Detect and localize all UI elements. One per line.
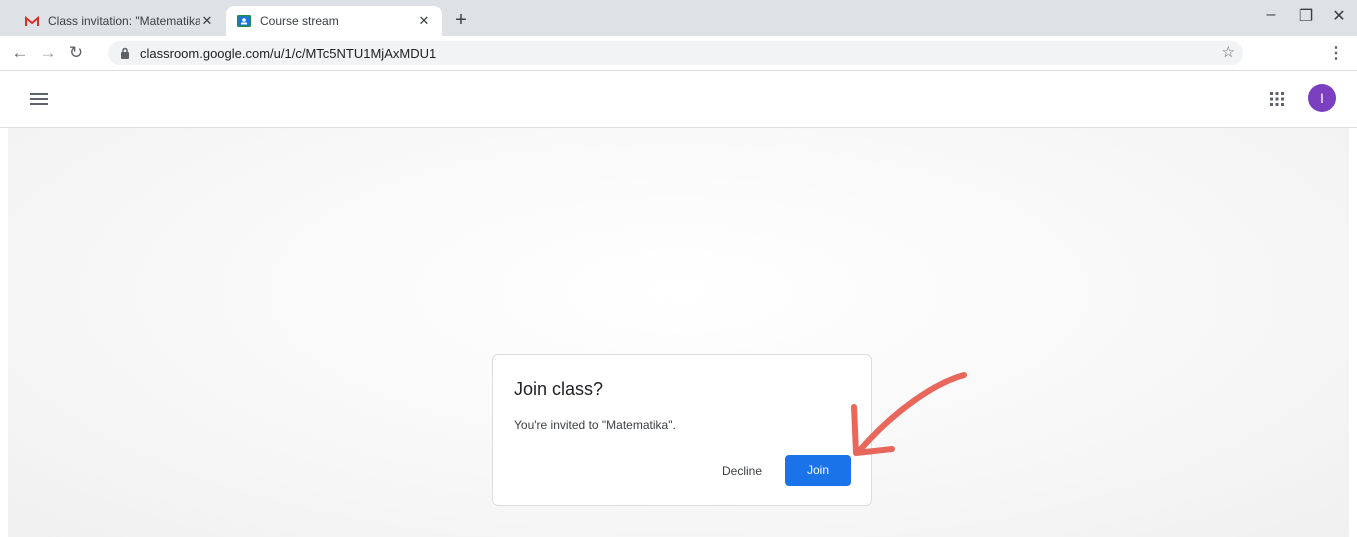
tab-title: Course stream <box>260 14 339 28</box>
join-class-dialog: Join class? You're invited to "Matematik… <box>492 354 872 506</box>
browser-toolbar: ← → ↻ classroom.google.com/u/1/c/MTc5NTU… <box>0 36 1357 71</box>
address-url[interactable]: classroom.google.com/u/1/c/MTc5NTU1MjAxM… <box>140 46 436 61</box>
back-icon[interactable]: ← <box>10 43 30 63</box>
close-window-icon[interactable]: ✕ <box>1322 6 1356 26</box>
account-avatar[interactable]: I <box>1308 84 1336 112</box>
browser-menu-icon[interactable]: ⋮ <box>1328 43 1344 63</box>
tab-title: Class invitation: "Matematika IV- <box>48 14 200 28</box>
annotation-arrow-icon <box>851 372 967 456</box>
dialog-message: You're invited to "Matematika". <box>514 418 676 432</box>
classroom-icon <box>236 13 252 29</box>
bookmark-star-icon[interactable]: ☆ <box>1222 43 1235 61</box>
hamburger-menu-icon[interactable] <box>30 90 48 108</box>
minimize-icon[interactable]: – <box>1254 6 1288 24</box>
gmail-icon <box>24 13 40 29</box>
close-tab-icon[interactable]: ✕ <box>200 13 214 29</box>
close-tab-icon[interactable]: ✕ <box>416 13 432 29</box>
forward-icon[interactable]: → <box>38 43 58 63</box>
browser-tab-strip: Class invitation: "Matematika IV- ✕ Cour… <box>0 0 1357 36</box>
tab-class-invitation[interactable]: Class invitation: "Matematika IV- ✕ <box>14 6 224 36</box>
classroom-app-bar: I <box>0 71 1357 128</box>
decline-button[interactable]: Decline <box>707 455 777 487</box>
dialog-title: Join class? <box>514 379 604 399</box>
lock-icon <box>118 47 132 59</box>
new-tab-button[interactable]: + <box>450 9 472 31</box>
restore-icon[interactable]: ❐ <box>1289 6 1323 26</box>
tab-course-stream[interactable]: Course stream ✕ <box>226 6 442 36</box>
google-apps-icon[interactable] <box>1268 90 1286 108</box>
address-bar[interactable]: classroom.google.com/u/1/c/MTc5NTU1MjAxM… <box>108 41 1243 65</box>
reload-icon[interactable]: ↻ <box>66 43 86 63</box>
